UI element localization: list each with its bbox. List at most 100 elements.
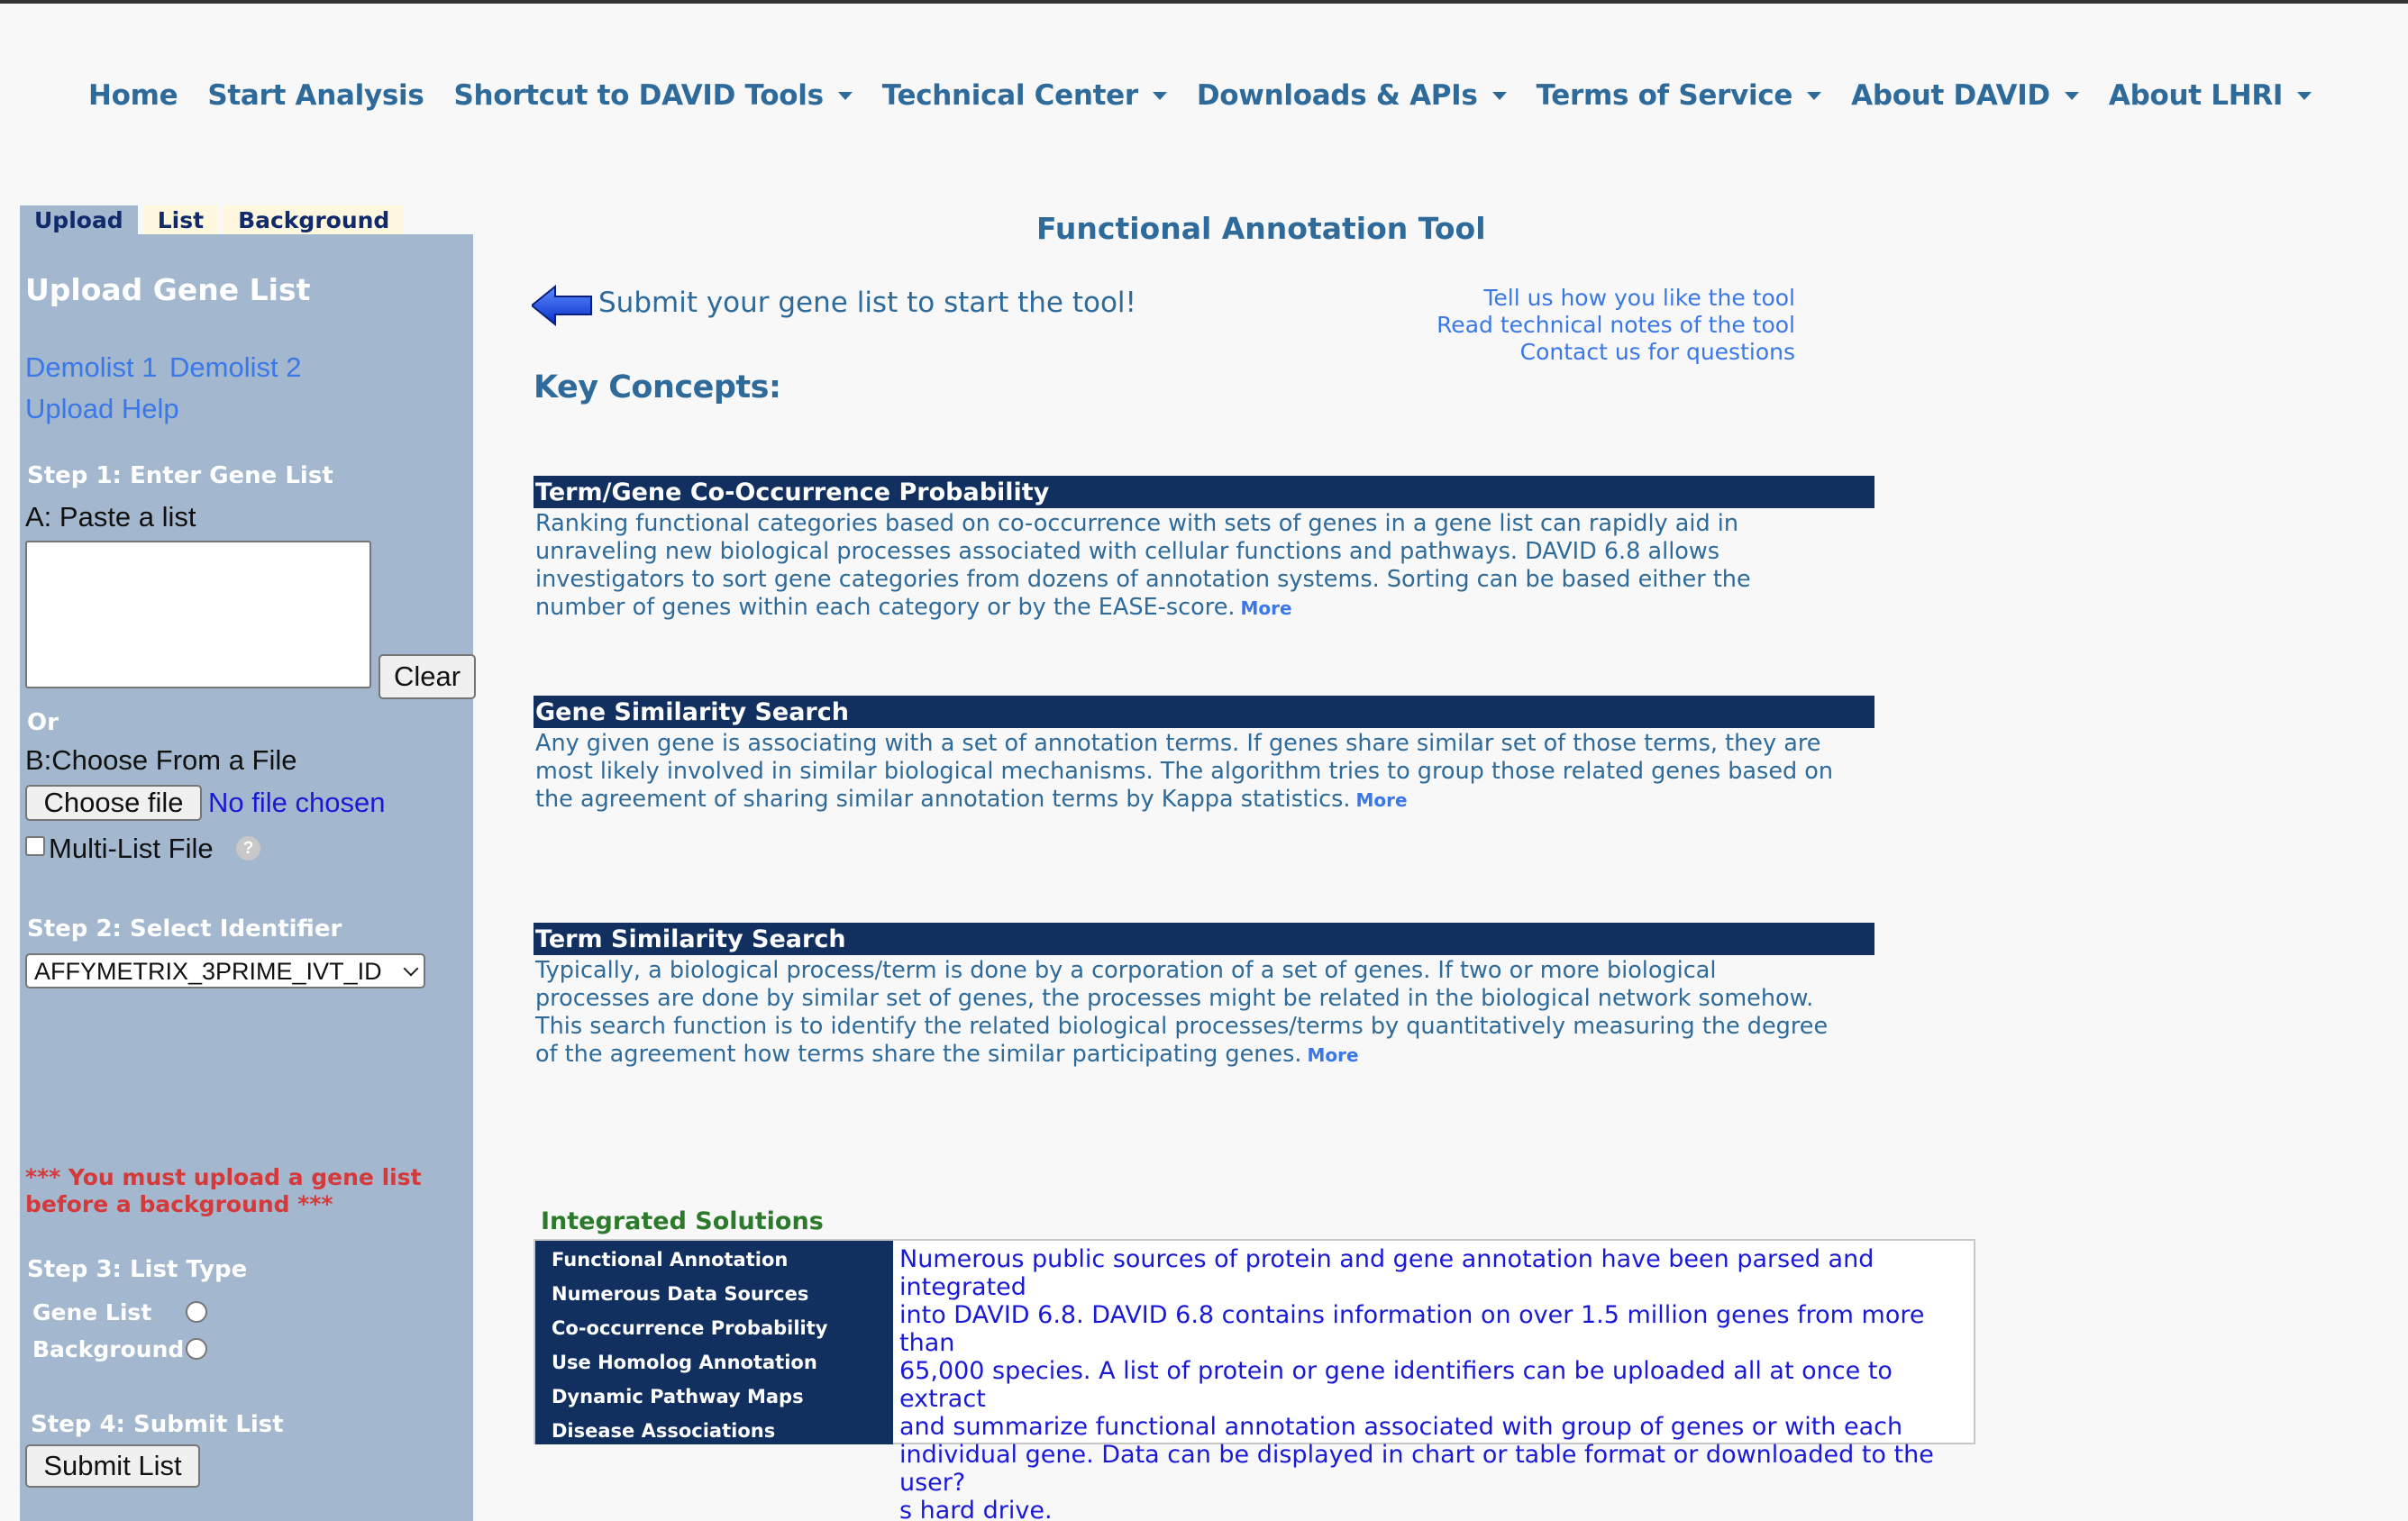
integrated-solutions-menu: Functional Annotation Numerous Data Sour… (535, 1241, 893, 1444)
integrated-solutions-heading: Integrated Solutions (541, 1207, 824, 1235)
integrated-item-disease[interactable]: Disease Associations (535, 1417, 893, 1452)
description-line: into DAVID 6.8. DAVID 6.8 contains infor… (899, 1301, 1925, 1357)
nav-terms-of-service[interactable]: Terms of Service (1537, 79, 1822, 112)
feedback-links: Tell us how you like the tool Read techn… (1406, 285, 1795, 366)
background-radio[interactable] (186, 1338, 207, 1360)
upload-sidebar: Upload Gene List Demolist 1 Demolist 2 U… (20, 234, 476, 1521)
or-label: Or (27, 709, 59, 736)
nav-about-david-label: About DAVID (1851, 79, 2050, 112)
identifier-select[interactable]: AFFYMETRIX_3PRIME_IVT_ID (25, 953, 425, 988)
section-line: of the agreement how terms share the sim… (535, 1041, 1878, 1070)
warning-line-2: before a background *** (25, 1191, 333, 1217)
section-cooccurrence-body: Ranking functional categories based on c… (535, 510, 1878, 623)
integrated-description: Numerous public sources of protein and g… (899, 1245, 1972, 1521)
description-line: Numerous public sources of protein and g… (899, 1245, 1874, 1301)
nav-technical-center-label: Technical Center (881, 79, 1138, 112)
sidebar-title: Upload Gene List (25, 272, 311, 307)
sidebar-tabs: Upload List Background (20, 205, 409, 234)
demolist-1-link[interactable]: Demolist 1 (25, 351, 157, 384)
section-term-similarity-header: Term Similarity Search (534, 923, 1874, 955)
section-line: This search function is to identify the … (535, 1013, 1829, 1040)
identifier-selected-value: AFFYMETRIX_3PRIME_IVT_ID (34, 958, 382, 985)
nav-start-analysis[interactable]: Start Analysis (207, 79, 424, 112)
caret-down-icon (1152, 91, 1167, 100)
page-title: Functional Annotation Tool (1036, 211, 1486, 246)
gene-list-radio[interactable] (186, 1301, 207, 1323)
section-cooccurrence-header: Term/Gene Co-Occurrence Probability (534, 476, 1874, 508)
description-line: 65,000 species. A list of protein or gen… (899, 1357, 1893, 1413)
choose-file-label: B:Choose From a File (25, 744, 297, 776)
caret-down-icon (1491, 91, 1507, 100)
nav-home[interactable]: Home (88, 79, 178, 112)
caret-down-icon (2064, 91, 2079, 100)
nav-shortcut-tools[interactable]: Shortcut to DAVID Tools (453, 79, 853, 112)
section-line: most likely involved in similar biologic… (535, 758, 1834, 785)
step4-heading: Step 4: Submit List (31, 1411, 284, 1438)
multi-list-checkbox[interactable] (25, 836, 45, 856)
background-option-label: Background (32, 1336, 185, 1362)
section-gene-similarity-header: Gene Similarity Search (534, 696, 1874, 728)
section-line-text: the agreement of sharing similar annotat… (535, 786, 1351, 813)
nav-about-lhri[interactable]: About LHRI (2109, 79, 2312, 112)
description-line: and summarize functional annotation asso… (899, 1413, 1903, 1441)
integrated-item-data-sources[interactable]: Numerous Data Sources (535, 1280, 893, 1315)
nav-shortcut-tools-label: Shortcut to DAVID Tools (453, 79, 824, 112)
section-line-text: number of genes within each category or … (535, 594, 1236, 621)
section-gene-similarity-body: Any given gene is associating with a set… (535, 730, 1878, 815)
nav-about-lhri-label: About LHRI (2108, 79, 2284, 112)
clear-button[interactable]: Clear (379, 654, 476, 699)
section-line: Ranking functional categories based on c… (535, 510, 1739, 537)
top-border (0, 0, 2408, 4)
choose-file-button[interactable]: Choose file (25, 785, 202, 821)
technical-notes-link[interactable]: Read technical notes of the tool (1406, 312, 1795, 339)
more-link[interactable]: More (1355, 789, 1407, 811)
more-link[interactable]: More (1308, 1044, 1359, 1066)
section-line-text: of the agreement how terms share the sim… (535, 1041, 1302, 1068)
caret-down-icon (837, 91, 853, 100)
no-file-chosen-text: No file chosen (208, 787, 386, 818)
section-line: number of genes within each category or … (535, 594, 1878, 623)
paste-list-label: A: Paste a list (25, 501, 196, 533)
more-link[interactable]: More (1241, 597, 1292, 619)
section-term-similarity-body: Typically, a biological process/term is … (535, 957, 1878, 1070)
step3-heading: Step 3: List Type (27, 1256, 248, 1283)
nav-downloads-apis[interactable]: Downloads & APIs (1197, 79, 1507, 112)
integrated-item-homolog[interactable]: Use Homolog Annotation (535, 1349, 893, 1383)
tab-list[interactable]: List (142, 205, 219, 234)
integrated-item-pathway-maps[interactable]: Dynamic Pathway Maps (535, 1383, 893, 1417)
nav-terms-of-service-label: Terms of Service (1536, 79, 1793, 112)
caret-down-icon (2297, 91, 2312, 100)
integrated-item-cooccurrence[interactable]: Co-occurrence Probability (535, 1315, 893, 1349)
nav-technical-center[interactable]: Technical Center (882, 79, 1167, 112)
section-line: investigators to sort gene categories fr… (535, 566, 1751, 593)
integrated-solutions-box: Functional Annotation Numerous Data Sour… (534, 1239, 1975, 1521)
section-line: processes are done by similar set of gen… (535, 985, 1814, 1012)
contact-link[interactable]: Contact us for questions (1406, 339, 1795, 366)
tab-upload[interactable]: Upload (20, 205, 138, 234)
demolist-2-link[interactable]: Demolist 2 (169, 351, 301, 384)
nav-about-david[interactable]: About DAVID (1851, 79, 2079, 112)
section-line: Typically, a biological process/term is … (535, 957, 1717, 984)
gene-list-option-label: Gene List (32, 1299, 152, 1325)
help-icon[interactable]: ? (236, 836, 260, 861)
upload-help-link[interactable]: Upload Help (25, 393, 179, 425)
key-concepts-heading: Key Concepts: (534, 369, 781, 405)
submit-list-button[interactable]: Submit List (25, 1444, 200, 1488)
submit-message: Submit your gene list to start the tool! (598, 287, 1136, 319)
nav-downloads-apis-label: Downloads & APIs (1196, 79, 1478, 112)
section-line: the agreement of sharing similar annotat… (535, 786, 1878, 815)
nav-home-label: Home (88, 79, 178, 112)
caret-down-icon (1807, 91, 1822, 100)
feedback-link[interactable]: Tell us how you like the tool (1406, 285, 1795, 312)
main-nav: Home Start Analysis Shortcut to DAVID To… (88, 79, 2341, 112)
multi-list-label: Multi-List File (49, 833, 214, 864)
section-line: unraveling new biological processes asso… (535, 538, 1720, 565)
integrated-item-functional-annotation[interactable]: Functional Annotation (535, 1246, 893, 1280)
background-warning: *** You must upload a gene list before a… (25, 1164, 422, 1218)
tab-background[interactable]: Background (223, 205, 405, 234)
warning-line-1: *** You must upload a gene list (25, 1164, 422, 1190)
section-line: Any given gene is associating with a set… (535, 730, 1821, 757)
left-arrow-icon (532, 285, 592, 326)
nav-start-analysis-label: Start Analysis (207, 79, 424, 112)
gene-list-textarea[interactable] (25, 541, 371, 688)
